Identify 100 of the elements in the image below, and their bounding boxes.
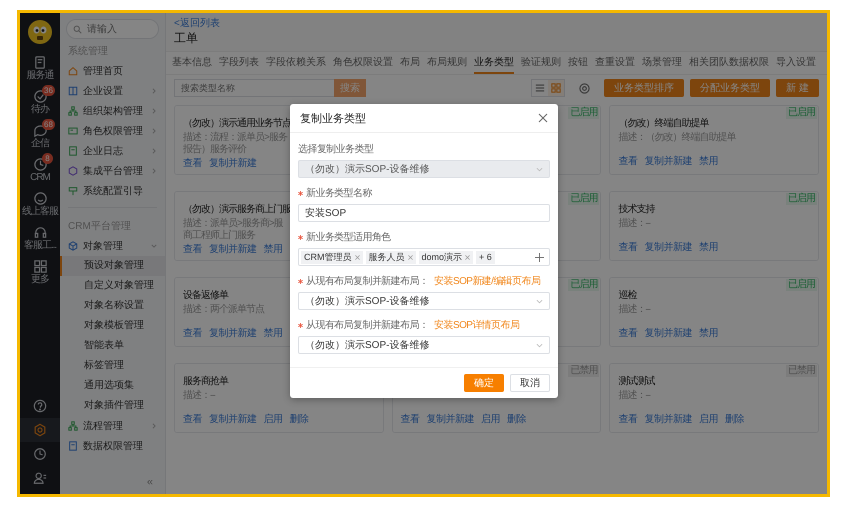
- card-action-link[interactable]: 查看: [618, 326, 638, 340]
- settings-icon[interactable]: [579, 82, 590, 94]
- menu-item[interactable]: 对象管理: [60, 236, 165, 256]
- submenu-item[interactable]: 对象插件管理: [60, 396, 165, 416]
- search-field[interactable]: 搜索类型名称: [174, 79, 334, 97]
- card-action-link[interactable]: 查看: [183, 156, 202, 170]
- plus-icon[interactable]: [535, 252, 544, 262]
- required-asterisk-icon: [298, 279, 303, 284]
- rail-item[interactable]: 更多: [20, 255, 60, 289]
- card-action-link[interactable]: 禁用: [698, 326, 718, 340]
- tab[interactable]: 验证规则: [521, 52, 561, 74]
- tag-select-field[interactable]: CRM管理员 服务人员 domo演示 + 6: [298, 248, 550, 266]
- card-action-link[interactable]: 查看: [183, 242, 202, 256]
- card-action-link[interactable]: 查看: [183, 326, 202, 340]
- headset-icon: [32, 225, 48, 240]
- tab[interactable]: 导入设置: [776, 52, 816, 74]
- card-action-link[interactable]: 复制并新建: [209, 326, 256, 340]
- card-action-link[interactable]: 复制并新建: [209, 156, 256, 170]
- menu-item[interactable]: 企业设置: [60, 81, 165, 101]
- rail-item[interactable]: 企信 68: [20, 119, 60, 153]
- confirm-button[interactable]: 确定: [464, 374, 504, 392]
- cancel-button[interactable]: 取消: [510, 374, 550, 392]
- card-action-link[interactable]: 启用: [481, 412, 500, 426]
- remove-icon[interactable]: [465, 254, 470, 260]
- remove-icon[interactable]: [408, 254, 412, 260]
- rail-item[interactable]: 线上客服: [20, 187, 60, 221]
- action-button[interactable]: 新 建: [776, 79, 819, 97]
- card-action-link[interactable]: 删除: [507, 412, 526, 426]
- menu-item[interactable]: 管理首页: [60, 61, 165, 81]
- caret-icon: [536, 166, 543, 172]
- tab[interactable]: 基本信息: [172, 52, 212, 74]
- remove-icon[interactable]: [354, 254, 360, 260]
- action-button[interactable]: 分配业务类型: [690, 79, 770, 97]
- card-action-link[interactable]: 查看: [618, 240, 638, 254]
- tab[interactable]: 业务类型: [474, 52, 514, 74]
- more-tags-count: + 6: [476, 250, 495, 264]
- tab[interactable]: 角色权限设置: [333, 52, 393, 74]
- tab[interactable]: 查重设置: [595, 52, 635, 74]
- caret-icon: [536, 298, 543, 304]
- submenu-item[interactable]: 对象模板管理: [60, 316, 165, 336]
- submenu-item[interactable]: 智能表单: [60, 336, 165, 356]
- card-action-link[interactable]: 复制并新建: [209, 412, 256, 426]
- tab[interactable]: 字段列表: [219, 52, 259, 74]
- card-action-link[interactable]: 查看: [618, 412, 638, 426]
- menu-item[interactable]: 集成平台管理: [60, 161, 165, 181]
- menu-item[interactable]: 企业日志: [60, 141, 165, 161]
- field-label: 新业务类型名称: [306, 187, 372, 200]
- submenu-item[interactable]: 通用选项集: [60, 376, 165, 396]
- search-button[interactable]: 搜索: [334, 79, 366, 97]
- tab[interactable]: 字段依赖关系: [266, 52, 326, 74]
- tab[interactable]: 布局规则: [427, 52, 467, 74]
- rail-item[interactable]: 客服工...: [20, 221, 60, 255]
- select-field[interactable]: （勿改）演示SOP-设备维修: [298, 336, 550, 354]
- menu-item[interactable]: 流程管理: [60, 416, 165, 436]
- card-action-link[interactable]: 启用: [264, 412, 282, 426]
- close-icon[interactable]: [538, 113, 548, 123]
- menu-item[interactable]: 数据权限管理: [60, 436, 165, 456]
- card-action-link[interactable]: 禁用: [698, 154, 718, 168]
- card-action-link[interactable]: 禁用: [264, 242, 282, 256]
- card-action-link[interactable]: 禁用: [264, 326, 282, 340]
- back-link[interactable]: <返回列表: [174, 18, 220, 30]
- card-action-link[interactable]: 复制并新建: [209, 242, 256, 256]
- submenu-item[interactable]: 对象名称设置: [60, 296, 165, 316]
- collapse-toggle[interactable]: «: [146, 476, 165, 488]
- card-action-link[interactable]: 查看: [400, 412, 420, 426]
- card-action-link[interactable]: 复制并新建: [426, 412, 474, 426]
- doc-icon: [32, 55, 48, 70]
- card-action-link[interactable]: 查看: [183, 412, 202, 426]
- rail-item[interactable]: 服务通: [20, 51, 60, 85]
- tab[interactable]: 相关团队数据权限: [689, 52, 769, 74]
- rail-item[interactable]: 待办 36: [20, 85, 60, 119]
- status-badge: 已启用: [786, 193, 817, 205]
- hex-icon: [68, 166, 78, 176]
- card-action-link[interactable]: 启用: [698, 412, 718, 426]
- select-field[interactable]: （勿改）演示SOP-设备维修: [298, 292, 550, 310]
- rail-item[interactable]: CRM 8: [20, 153, 60, 187]
- card-action-link[interactable]: 复制并新建: [644, 412, 692, 426]
- card-action-link[interactable]: 复制并新建: [644, 240, 692, 254]
- menu-item[interactable]: 角色权限管理: [60, 121, 165, 141]
- settings-icon[interactable]: [20, 418, 60, 442]
- menu-item[interactable]: 组织架构管理: [60, 101, 165, 121]
- input-field[interactable]: 安装SOP: [298, 204, 550, 222]
- menu-item[interactable]: 系统配置引导: [60, 181, 165, 201]
- submenu-item[interactable]: 预设对象管理: [60, 256, 165, 276]
- card-action-link[interactable]: 删除: [724, 412, 744, 426]
- card-action-link[interactable]: 复制并新建: [644, 326, 692, 340]
- action-button[interactable]: 业务类型排序: [604, 79, 684, 97]
- card-action-link[interactable]: 查看: [618, 154, 638, 168]
- card-action-link[interactable]: 删除: [290, 412, 308, 426]
- search-field[interactable]: 请输入: [66, 19, 159, 39]
- tab[interactable]: 按钮: [568, 52, 588, 74]
- tab[interactable]: 布局: [400, 52, 420, 74]
- grid-view-icon[interactable]: [548, 80, 564, 96]
- tab[interactable]: 场景管理: [642, 52, 682, 74]
- required-asterisk-icon: [298, 235, 303, 240]
- card-action-link[interactable]: 复制并新建: [644, 154, 692, 168]
- card-action-link[interactable]: 禁用: [698, 240, 718, 254]
- submenu-item[interactable]: 自定义对象管理: [60, 276, 165, 296]
- submenu-item[interactable]: 标签管理: [60, 356, 165, 376]
- status-badge: 已启用: [786, 279, 817, 291]
